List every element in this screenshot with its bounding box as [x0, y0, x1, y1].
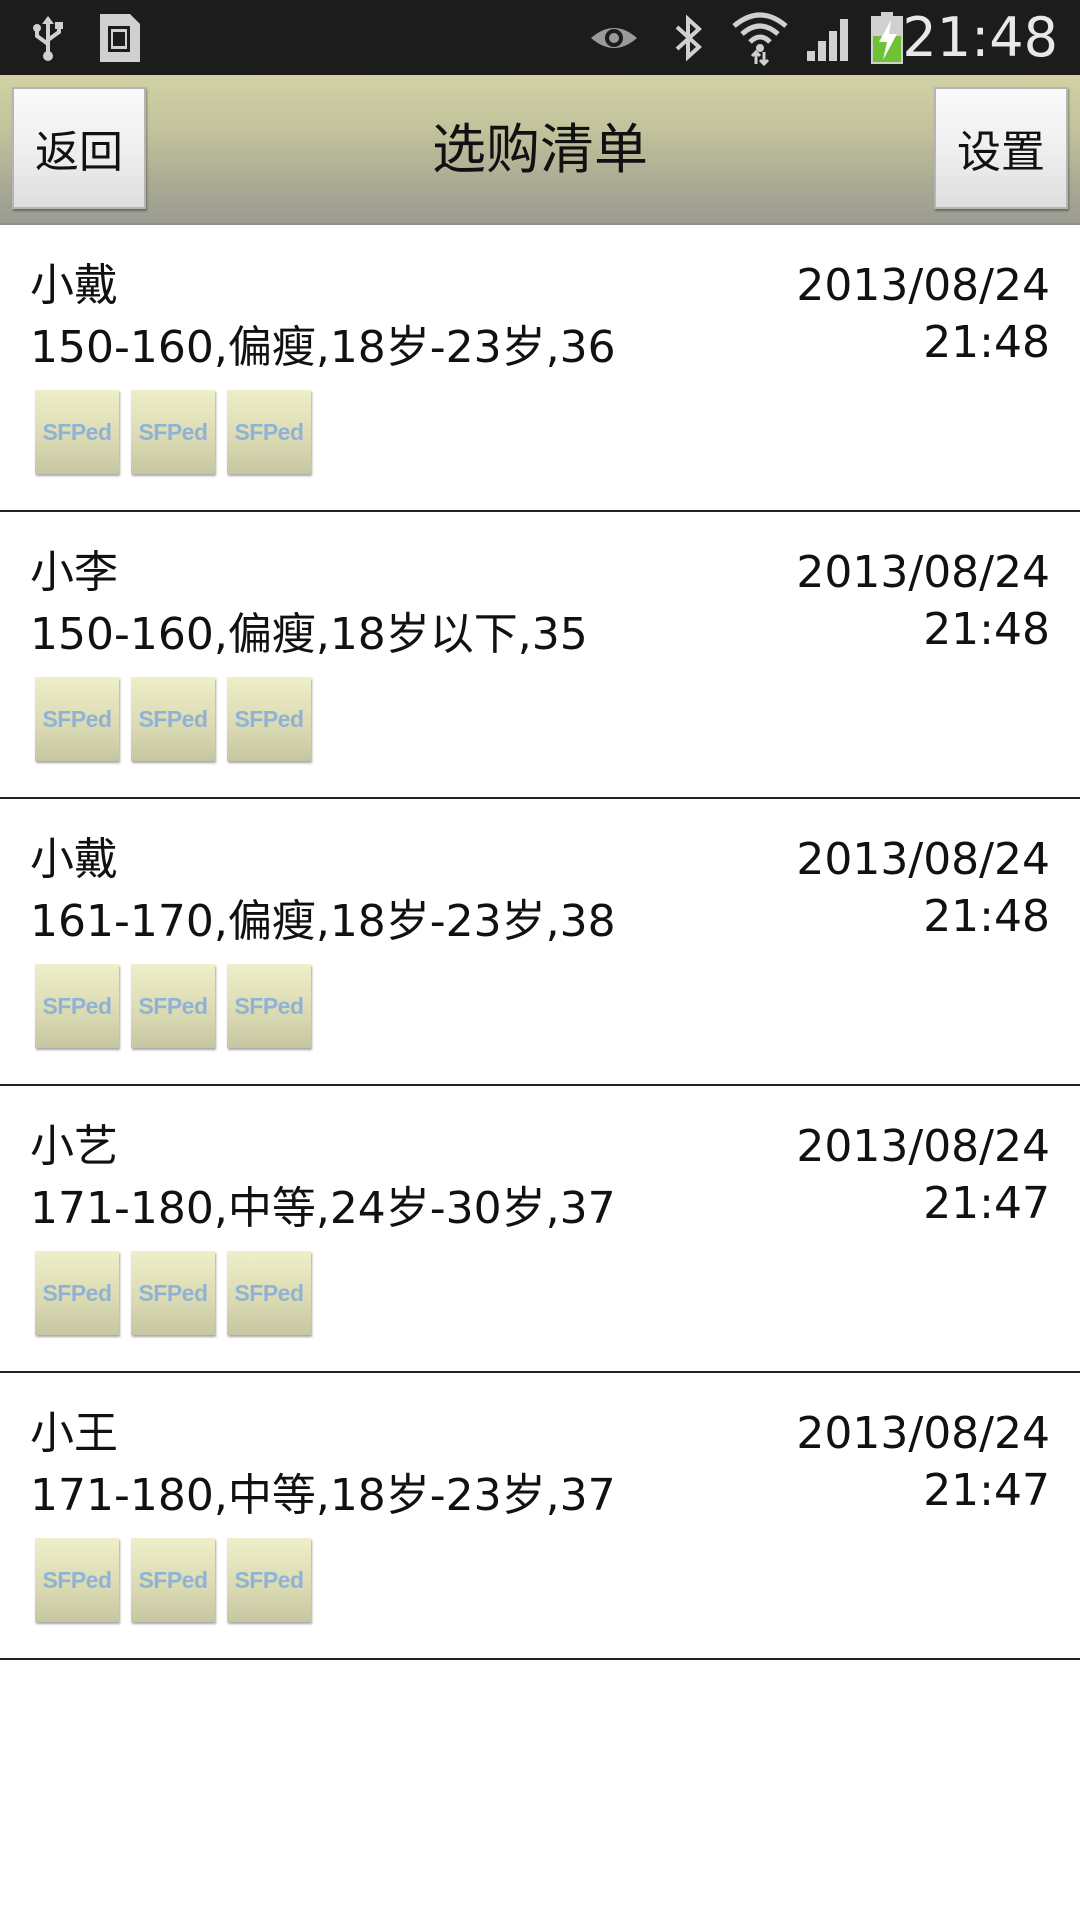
product-thumbnail[interactable]: SFPed [131, 677, 215, 761]
list-item[interactable]: 小戴 161-170,偏瘦,18岁-23岁,38 2013/08/24 21:4… [0, 799, 1080, 1086]
item-date: 2013/08/24 [796, 547, 1050, 598]
item-detail: 171-180,中等,18岁-23岁,37 [30, 1470, 616, 1521]
item-thumbnails: SFPed SFPed SFPed [35, 1538, 311, 1622]
item-date: 2013/08/24 [796, 260, 1050, 311]
status-clock: 21:48 [902, 6, 1058, 69]
settings-button[interactable]: 设置 [934, 87, 1068, 209]
item-thumbnails: SFPed SFPed SFPed [35, 964, 311, 1048]
product-thumbnail[interactable]: SFPed [131, 1538, 215, 1622]
product-thumbnail[interactable]: SFPed [35, 1251, 119, 1335]
sd-card-icon [95, 0, 145, 75]
product-thumbnail[interactable]: SFPed [131, 1251, 215, 1335]
item-name: 小艺 [30, 1121, 118, 1172]
item-date: 2013/08/24 [796, 1121, 1050, 1172]
item-thumbnails: SFPed SFPed SFPed [35, 1251, 311, 1335]
item-time: 21:47 [923, 1178, 1050, 1229]
item-name: 小戴 [30, 834, 118, 885]
product-thumbnail[interactable]: SFPed [131, 964, 215, 1048]
title-bar: 返回 选购清单 设置 [0, 75, 1080, 225]
item-time: 21:48 [923, 604, 1050, 655]
eye-icon [588, 0, 640, 75]
list-item[interactable]: 小李 150-160,偏瘦,18岁以下,35 2013/08/24 21:48 … [0, 512, 1080, 799]
product-thumbnail[interactable]: SFPed [227, 1251, 311, 1335]
item-date: 2013/08/24 [796, 1408, 1050, 1459]
product-thumbnail[interactable]: SFPed [35, 964, 119, 1048]
item-time: 21:48 [923, 891, 1050, 942]
product-thumbnail[interactable]: SFPed [35, 1538, 119, 1622]
product-thumbnail[interactable]: SFPed [35, 390, 119, 474]
item-name: 小王 [30, 1408, 118, 1459]
item-thumbnails: SFPed SFPed SFPed [35, 677, 311, 761]
wifi-icon [730, 0, 790, 75]
back-button[interactable]: 返回 [12, 87, 146, 209]
product-thumbnail[interactable]: SFPed [131, 390, 215, 474]
item-detail: 171-180,中等,24岁-30岁,37 [30, 1183, 616, 1234]
product-thumbnail[interactable]: SFPed [35, 677, 119, 761]
product-thumbnail[interactable]: SFPed [227, 964, 311, 1048]
item-thumbnails: SFPed SFPed SFPed [35, 390, 311, 474]
list-item[interactable]: 小戴 150-160,偏瘦,18岁-23岁,36 2013/08/24 21:4… [0, 225, 1080, 512]
product-thumbnail[interactable]: SFPed [227, 1538, 311, 1622]
item-time: 21:47 [923, 1465, 1050, 1516]
product-thumbnail[interactable]: SFPed [227, 390, 311, 474]
status-bar: 21:48 [0, 0, 1080, 75]
shopping-list: 小戴 150-160,偏瘦,18岁-23岁,36 2013/08/24 21:4… [0, 225, 1080, 1660]
usb-icon [28, 0, 68, 75]
item-detail: 150-160,偏瘦,18岁以下,35 [30, 609, 588, 660]
item-name: 小戴 [30, 260, 118, 311]
product-thumbnail[interactable]: SFPed [227, 677, 311, 761]
list-item[interactable]: 小王 171-180,中等,18岁-23岁,37 2013/08/24 21:4… [0, 1373, 1080, 1660]
list-item[interactable]: 小艺 171-180,中等,24岁-30岁,37 2013/08/24 21:4… [0, 1086, 1080, 1373]
bluetooth-icon [668, 0, 708, 75]
signal-icon [804, 0, 856, 75]
item-detail: 150-160,偏瘦,18岁-23岁,36 [30, 322, 616, 373]
item-detail: 161-170,偏瘦,18岁-23岁,38 [30, 896, 616, 947]
item-time: 21:48 [923, 317, 1050, 368]
page-title: 选购清单 [432, 118, 648, 181]
item-name: 小李 [30, 547, 118, 598]
item-date: 2013/08/24 [796, 834, 1050, 885]
battery-charging-icon [868, 0, 906, 75]
